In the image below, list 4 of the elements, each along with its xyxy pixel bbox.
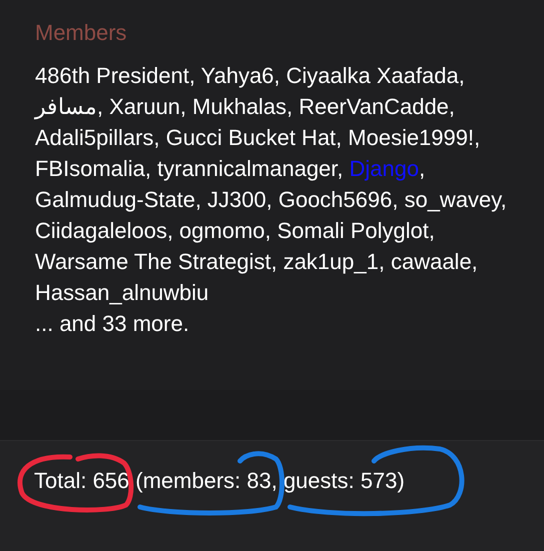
online-total: Total: 656 (members: 83, guests: 573) <box>34 468 405 494</box>
section-title: Members <box>35 20 128 46</box>
member-link[interactable]: Django <box>349 156 419 181</box>
more-count: ... and 33 more. <box>35 310 190 338</box>
